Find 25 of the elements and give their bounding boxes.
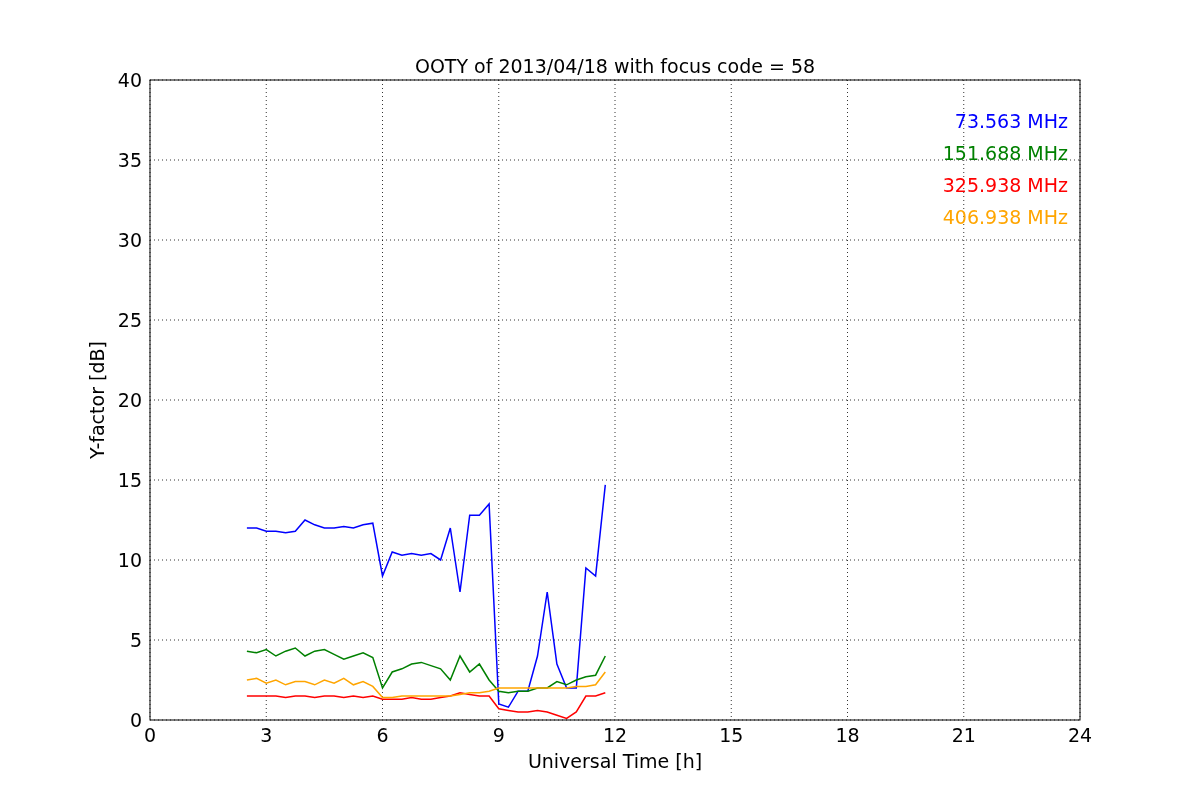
y-tick-label: 30 bbox=[117, 229, 142, 251]
x-tick-label: 0 bbox=[143, 724, 157, 746]
x-tick-label: 12 bbox=[602, 724, 628, 746]
x-tick-label: 6 bbox=[376, 724, 389, 746]
chart-title: OOTY of 2013/04/18 with focus code = 58 bbox=[414, 55, 816, 77]
y-tick-label: 0 bbox=[129, 709, 142, 731]
x-tick-label: 18 bbox=[835, 724, 860, 746]
legend-label: 325.938 MHz bbox=[942, 174, 1068, 196]
y-tick-label: 5 bbox=[129, 629, 142, 651]
x-tick-label: 3 bbox=[260, 724, 273, 746]
x-tick-label: 9 bbox=[492, 724, 505, 746]
y-tick-label: 20 bbox=[117, 389, 142, 411]
y-tick-label: 25 bbox=[117, 309, 142, 331]
legend-label: 73.563 MHz bbox=[954, 110, 1068, 132]
y-tick-label: 35 bbox=[117, 149, 142, 171]
x-axis-label: Universal Time [h] bbox=[527, 750, 703, 772]
y-axis-label: Y-factor [dB] bbox=[86, 341, 108, 459]
x-tick-label: 15 bbox=[719, 724, 744, 746]
legend-label: 151.688 MHz bbox=[942, 142, 1068, 164]
y-tick-label: 40 bbox=[117, 69, 142, 91]
y-tick-label: 15 bbox=[117, 469, 142, 491]
y-tick-label: 10 bbox=[117, 549, 142, 571]
x-tick-label: 21 bbox=[951, 724, 976, 746]
legend-label: 406.938 MHz bbox=[942, 206, 1068, 228]
x-tick-label: 24 bbox=[1067, 724, 1093, 746]
